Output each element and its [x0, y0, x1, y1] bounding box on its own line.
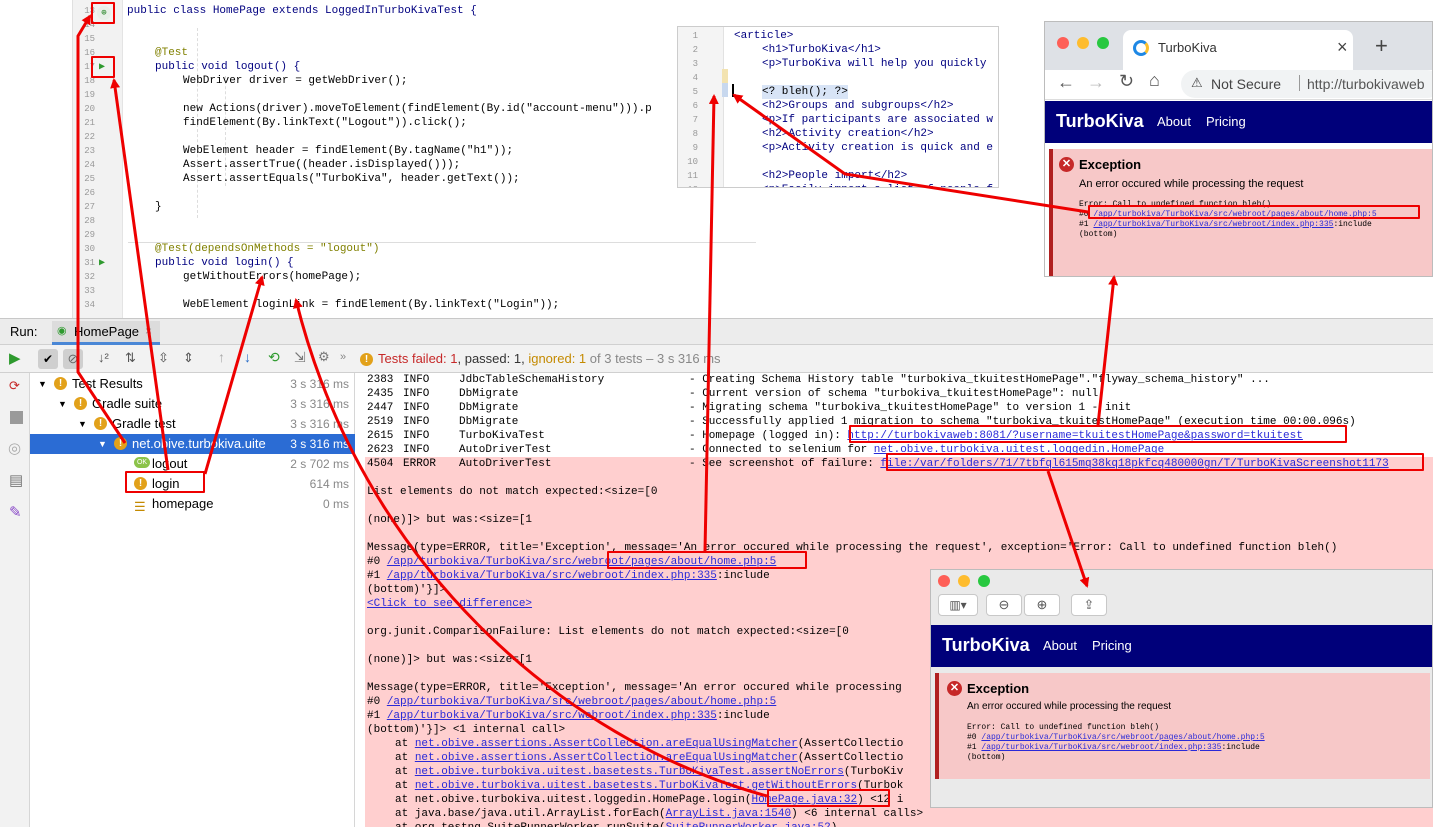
arrow-path [1046, 470, 1090, 588]
arrow-path [1096, 275, 1119, 426]
arrow-path [110, 78, 170, 471]
arrow-path [732, 93, 1089, 214]
arrow-path [203, 275, 265, 475]
arrow-path [703, 94, 719, 552]
annotation-arrows [76, 14, 1119, 798]
arrow-path [76, 14, 127, 444]
arrow-path [293, 298, 768, 798]
